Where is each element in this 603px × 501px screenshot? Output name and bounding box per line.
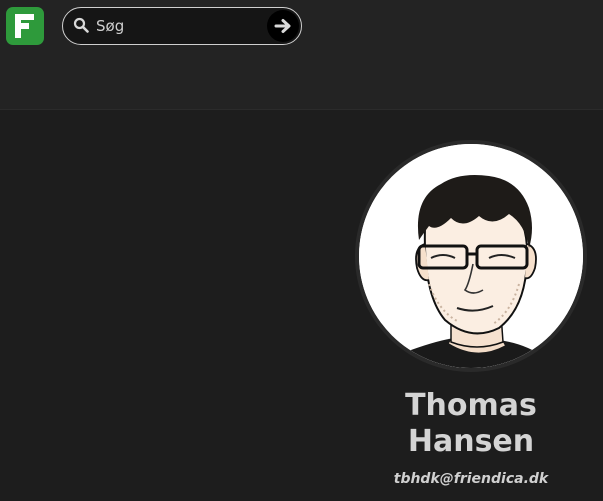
search-input[interactable] (96, 15, 256, 37)
friendica-logo-icon[interactable] (6, 7, 44, 45)
arrow-right-icon (274, 19, 291, 33)
profile-name: Thomas Hansen (405, 388, 537, 459)
search-bar (62, 7, 302, 45)
profile-avatar-frame (355, 140, 587, 372)
profile-photo (359, 144, 583, 368)
avatar[interactable] (359, 144, 583, 368)
profile-address: tbhdk@friendica.dk (393, 471, 549, 487)
top-navigation-bar (0, 0, 603, 110)
search-icon (73, 17, 89, 33)
search-submit-button[interactable] (267, 10, 299, 42)
